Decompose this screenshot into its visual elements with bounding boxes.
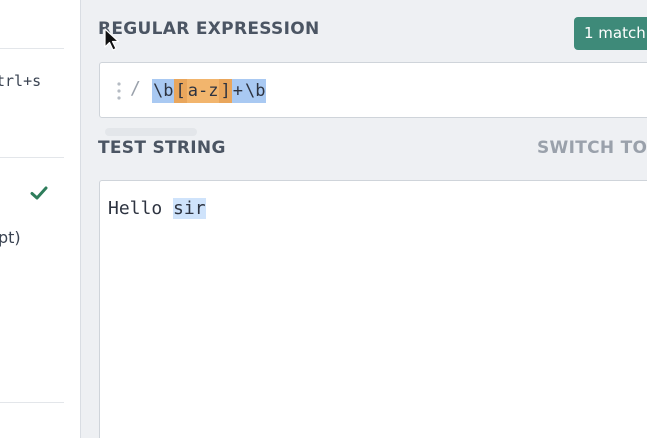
flavor-option-label[interactable]: pt) — [0, 228, 21, 247]
mouse-cursor-icon — [104, 28, 120, 51]
regex-token-word-boundary: \b — [153, 81, 174, 101]
regex-token-quantifier: + — [232, 81, 243, 101]
test-string-match: sir — [173, 198, 206, 219]
regex-section-title: REGULAR EXPRESSION — [98, 19, 320, 39]
regex-input[interactable]: / \b [ a-z ] + \b — [99, 62, 647, 118]
save-shortcut-label: trl+s — [0, 72, 42, 90]
switch-mode-link[interactable]: SWITCH TO — [537, 138, 647, 158]
regex-delimiter: / — [130, 78, 141, 99]
faded-tooltip — [105, 128, 197, 136]
drag-handle-icon[interactable] — [116, 81, 122, 101]
regex-token-class-range: a-z — [186, 79, 220, 103]
check-icon — [30, 186, 48, 200]
main-panel: REGULAR EXPRESSION 1 match / \b [ a-z ] … — [81, 0, 647, 438]
regex-tester-window: trl+s pt) REGULAR EXPRESSION 1 match / \… — [0, 0, 647, 438]
sidebar-divider — [0, 157, 64, 158]
regex-token-class-close: ] — [219, 79, 232, 103]
test-string-text[interactable]: Hello sir — [108, 196, 206, 222]
regex-token-word-boundary: \b — [244, 81, 266, 101]
sidebar-divider — [0, 48, 64, 49]
sidebar: trl+s pt) — [0, 0, 81, 438]
test-string-editor[interactable]: Hello sir — [99, 180, 647, 438]
test-string-plain: Hello — [108, 198, 174, 219]
regex-pattern[interactable]: \b [ a-z ] + \b — [152, 79, 267, 103]
test-string-section-title: TEST STRING — [98, 138, 226, 158]
sidebar-divider — [0, 402, 64, 403]
regex-token-class-open: [ — [174, 79, 187, 103]
match-count-badge: 1 match — [574, 17, 647, 50]
